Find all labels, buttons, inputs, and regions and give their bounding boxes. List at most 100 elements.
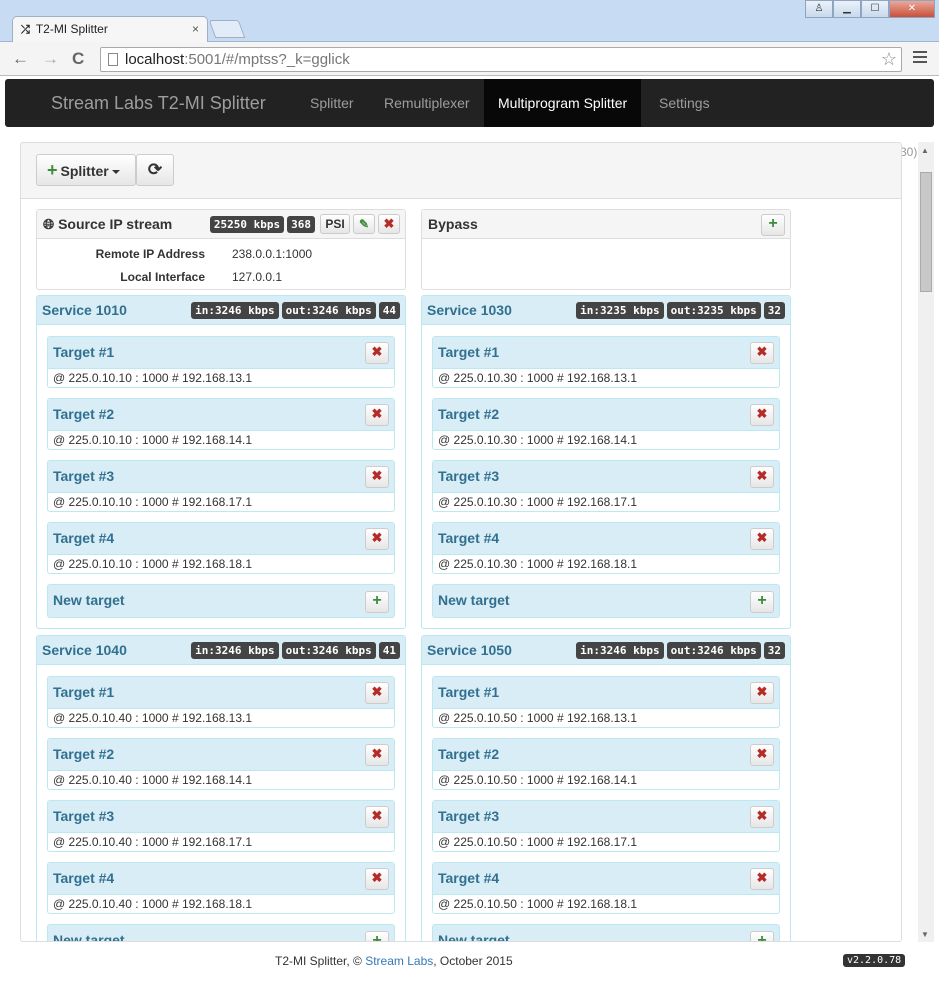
panel-toolbar: + Splitter ⟳	[21, 143, 901, 199]
target-card: Target #1 ✖ @ 225.0.10.30 : 1000 # 192.1…	[432, 336, 780, 388]
globe-icon: 🌐︎	[43, 216, 55, 232]
target-address: @ 225.0.10.10 : 1000 # 192.168.14.1	[53, 433, 253, 447]
add-target-icon[interactable]: +	[750, 931, 774, 941]
remove-target-icon[interactable]: ✖	[750, 466, 774, 488]
service-count-badge: 32	[763, 302, 785, 319]
nav-remultiplexer[interactable]: Remultiplexer	[370, 79, 484, 127]
target-title: Target #2	[53, 406, 115, 422]
target-card: Target #2 ✖ @ 225.0.10.30 : 1000 # 192.1…	[432, 398, 780, 450]
plus-icon: +	[47, 160, 58, 180]
scroll-up-icon[interactable]: ▲	[921, 146, 929, 155]
service-panel: Service 1030 in:3235 kbps out:3235 kbps …	[421, 295, 791, 629]
remove-target-icon[interactable]: ✖	[750, 868, 774, 890]
nav-multiprogram-splitter[interactable]: Multiprogram Splitter	[484, 79, 642, 127]
tab-close-icon[interactable]: ×	[192, 22, 199, 36]
back-icon[interactable]: ←	[12, 50, 29, 67]
service-count-badge: 32	[763, 642, 785, 659]
remove-target-icon[interactable]: ✖	[750, 682, 774, 704]
window-close-button[interactable]: ✕	[889, 0, 935, 18]
remove-target-icon[interactable]: ✖	[365, 744, 389, 766]
add-bypass-icon[interactable]: +	[761, 214, 785, 236]
scrollbar[interactable]: ▲ ▼	[918, 142, 934, 942]
nav-settings[interactable]: Settings	[645, 79, 724, 127]
shuffle-icon: ⤮	[21, 24, 30, 36]
remote-ip-value: 238.0.0.1:1000	[232, 247, 313, 261]
remove-source-icon[interactable]: ✖	[378, 214, 400, 234]
target-card: Target #3 ✖ @ 225.0.10.40 : 1000 # 192.1…	[47, 800, 395, 852]
star-icon[interactable]: ☆	[881, 48, 897, 71]
target-title: Target #1	[438, 344, 500, 360]
service-out-badge: out:3235 kbps	[666, 302, 761, 319]
service-panel: Service 1040 in:3246 kbps out:3246 kbps …	[36, 635, 406, 941]
new-tab-button[interactable]	[208, 20, 246, 38]
service-in-badge: in:3246 kbps	[191, 302, 279, 319]
add-target-icon[interactable]: +	[365, 591, 389, 613]
remove-target-icon[interactable]: ✖	[365, 682, 389, 704]
new-target-label: New target	[53, 592, 125, 608]
remove-target-icon[interactable]: ✖	[750, 528, 774, 550]
address-bar[interactable]: localhost:5001/#/mptss?_k=gglick ☆	[100, 47, 902, 72]
local-interface-value: 127.0.0.1	[232, 270, 283, 284]
target-title: Target #1	[53, 344, 115, 360]
new-target-row[interactable]: New target +	[47, 584, 395, 618]
new-target-row[interactable]: New target +	[432, 924, 780, 942]
target-title: Target #3	[53, 808, 115, 824]
new-target-row[interactable]: New target +	[432, 584, 780, 618]
scrollbar-thumb[interactable]	[920, 172, 932, 292]
target-title: Target #3	[438, 808, 500, 824]
maximize-button[interactable]: ☐	[861, 0, 889, 18]
target-address: @ 225.0.10.10 : 1000 # 192.168.18.1	[53, 557, 253, 571]
footer-link[interactable]: Stream Labs	[365, 954, 433, 968]
user-icon[interactable]: ♙	[805, 0, 833, 18]
clipped-text: 30)	[900, 145, 918, 159]
splitter-button-label: Splitter	[60, 163, 109, 179]
service-in-badge: in:3246 kbps	[191, 642, 279, 659]
source-panel: 🌐︎ Source IP stream 25250 kbps 368 PSI ✎…	[36, 209, 406, 290]
add-splitter-button[interactable]: + Splitter	[36, 154, 136, 186]
brand[interactable]: Stream Labs T2-MI Splitter	[51, 93, 266, 114]
nav-splitter[interactable]: Splitter	[296, 79, 368, 127]
refresh-button[interactable]: ⟳	[136, 154, 174, 186]
target-card: Target #4 ✖ @ 225.0.10.40 : 1000 # 192.1…	[47, 862, 395, 914]
target-address: @ 225.0.10.40 : 1000 # 192.168.17.1	[53, 835, 253, 849]
target-address: @ 225.0.10.30 : 1000 # 192.168.17.1	[438, 495, 638, 509]
remove-target-icon[interactable]: ✖	[365, 806, 389, 828]
browser-tab[interactable]: ⤮ T2-MI Splitter ×	[12, 16, 208, 43]
service-count-badge: 41	[378, 642, 400, 659]
remove-target-icon[interactable]: ✖	[365, 528, 389, 550]
remove-target-icon[interactable]: ✖	[365, 342, 389, 364]
remove-target-icon[interactable]: ✖	[365, 466, 389, 488]
target-address: @ 225.0.10.40 : 1000 # 192.168.13.1	[53, 711, 253, 725]
forward-icon[interactable]: →	[42, 50, 59, 67]
service-title: Service 1050	[427, 642, 512, 658]
service-title: Service 1040	[42, 642, 127, 658]
target-title: Target #3	[53, 468, 115, 484]
url-path: :5001/#/mptss?_k=gglick	[184, 51, 350, 68]
add-target-icon[interactable]: +	[365, 931, 389, 941]
target-address: @ 225.0.10.30 : 1000 # 192.168.13.1	[438, 371, 638, 385]
remove-target-icon[interactable]: ✖	[750, 342, 774, 364]
target-address: @ 225.0.10.30 : 1000 # 192.168.14.1	[438, 433, 638, 447]
target-card: Target #2 ✖ @ 225.0.10.10 : 1000 # 192.1…	[47, 398, 395, 450]
psi-button[interactable]: PSI	[320, 214, 350, 234]
service-in-badge: in:3246 kbps	[576, 642, 664, 659]
reload-icon[interactable]: C	[72, 50, 84, 67]
remove-target-icon[interactable]: ✖	[365, 404, 389, 426]
remote-ip-label: Remote IP Address	[95, 247, 205, 261]
scroll-down-icon[interactable]: ▼	[921, 930, 929, 939]
new-target-row[interactable]: New target +	[47, 924, 395, 941]
target-address: @ 225.0.10.10 : 1000 # 192.168.13.1	[53, 371, 253, 385]
remove-target-icon[interactable]: ✖	[750, 404, 774, 426]
minimize-button[interactable]: ▁	[833, 0, 861, 18]
remove-target-icon[interactable]: ✖	[750, 806, 774, 828]
menu-icon[interactable]	[913, 51, 927, 66]
bypass-title: Bypass	[428, 216, 478, 232]
remove-target-icon[interactable]: ✖	[750, 744, 774, 766]
target-card: Target #4 ✖ @ 225.0.10.30 : 1000 # 192.1…	[432, 522, 780, 574]
new-target-label: New target	[438, 932, 510, 942]
add-target-icon[interactable]: +	[750, 591, 774, 613]
target-title: Target #2	[438, 746, 500, 762]
remove-target-icon[interactable]: ✖	[365, 868, 389, 890]
edit-icon[interactable]: ✎	[353, 214, 375, 234]
bypass-panel: Bypass +	[421, 209, 791, 290]
